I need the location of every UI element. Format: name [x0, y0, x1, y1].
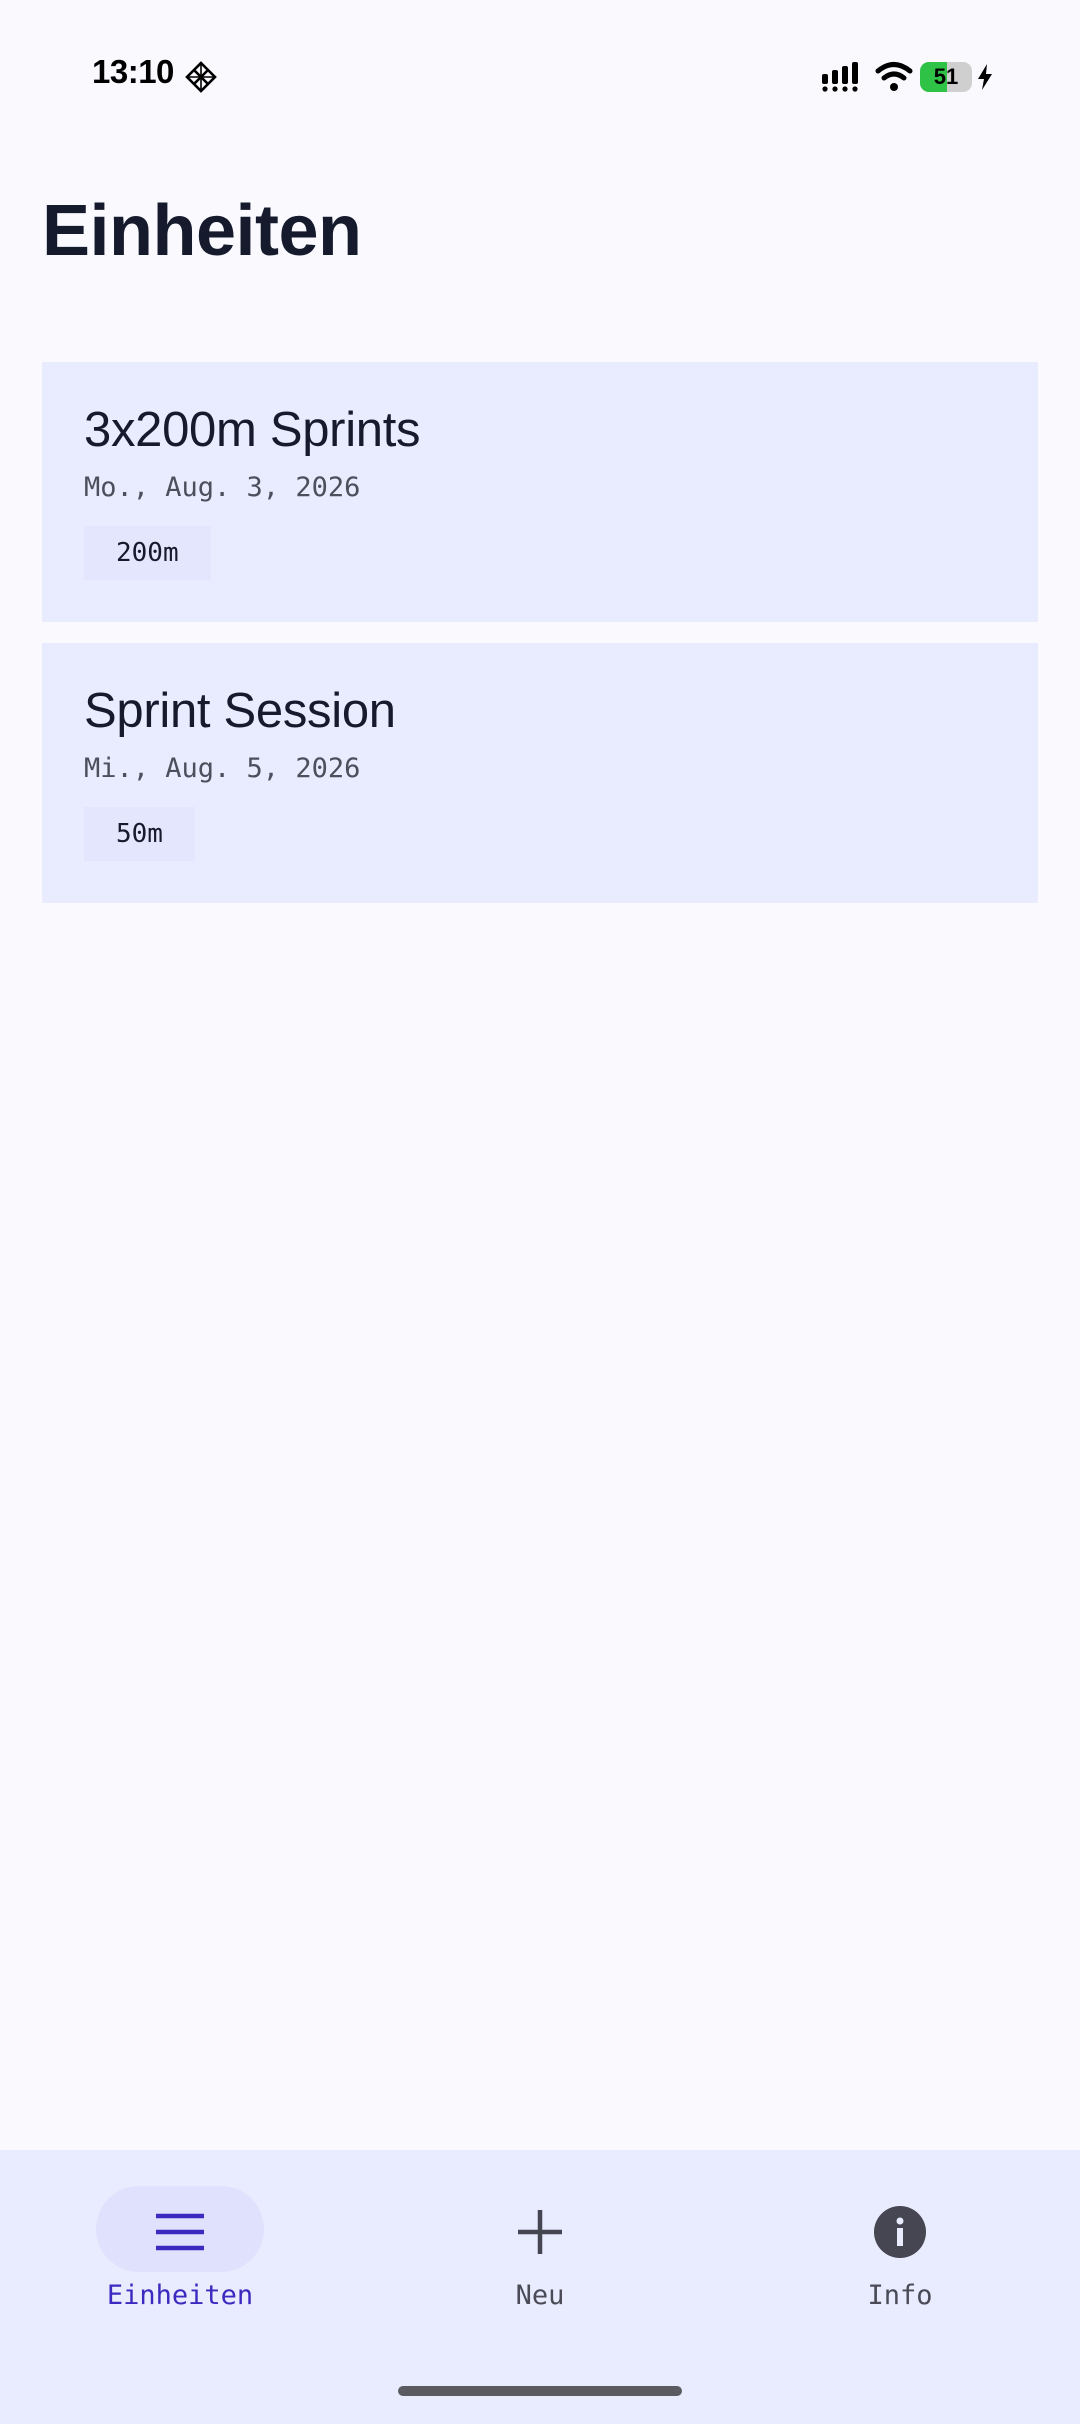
bolt-icon [978, 64, 992, 90]
info-icon [874, 2206, 926, 2258]
session-date: Mo., Aug. 3, 2026 [84, 472, 361, 503]
nav-label: Neu [515, 2280, 565, 2311]
distance-chip: 50m [84, 807, 195, 861]
page-title: Einheiten [42, 191, 362, 271]
home-indicator[interactable] [398, 2386, 682, 2396]
diamond-grid-icon [185, 61, 217, 93]
status-time: 13:10 [92, 53, 174, 90]
session-card[interactable]: 3x200m Sprints Mo., Aug. 3, 2026 200m [42, 362, 1038, 622]
wifi-icon [875, 62, 913, 91]
signal-icon [822, 62, 858, 92]
nav-item-info[interactable]: Info [720, 2150, 1080, 2350]
session-title: 3x200m Sprints [84, 403, 421, 457]
battery-indicator: 51 [920, 62, 972, 92]
session-title: Sprint Session [84, 684, 396, 738]
bottom-navigation: Einheiten Neu Info [0, 2150, 1080, 2424]
status-bar: 13:10 51 [0, 0, 1080, 150]
distance-chip: 200m [84, 526, 211, 580]
nav-item-einheiten[interactable]: Einheiten [0, 2150, 360, 2350]
nav-item-neu[interactable]: Neu [360, 2150, 720, 2350]
battery-level: 51 [933, 64, 959, 89]
nav-label: Einheiten [106, 2280, 254, 2311]
nav-label: Info [867, 2280, 933, 2311]
plus-icon [518, 2210, 562, 2254]
session-date: Mi., Aug. 5, 2026 [84, 753, 361, 784]
menu-icon [156, 2213, 204, 2251]
session-list: 3x200m Sprints Mo., Aug. 3, 2026 200m Sp… [42, 362, 1038, 924]
session-card[interactable]: Sprint Session Mi., Aug. 5, 2026 50m [42, 643, 1038, 903]
